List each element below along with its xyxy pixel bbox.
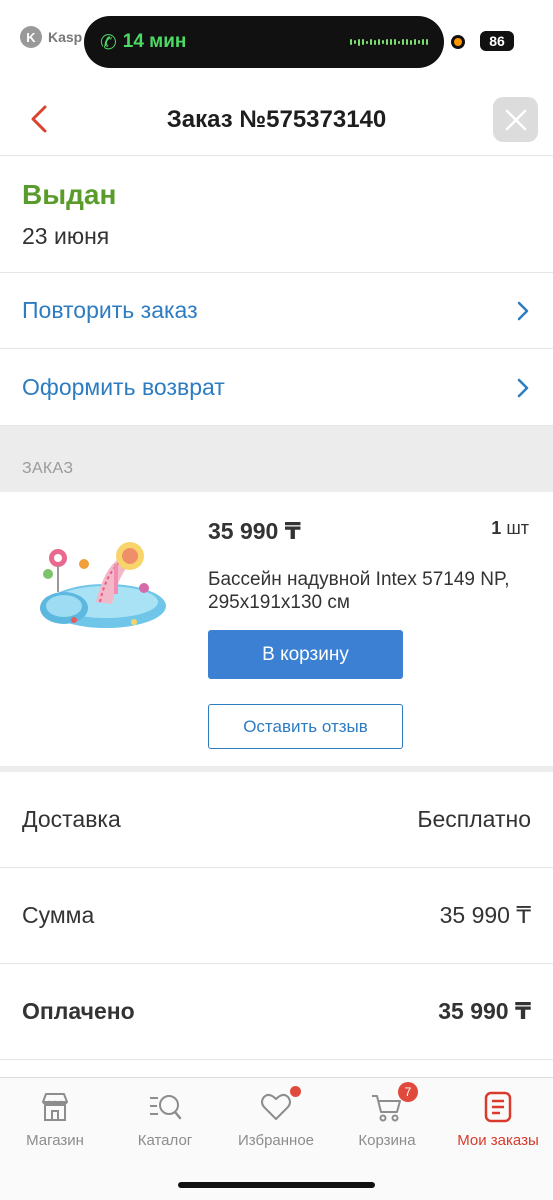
- tab-favorites[interactable]: Избранное: [221, 1086, 331, 1149]
- inflatable-pool-image: [40, 542, 166, 628]
- leave-review-button[interactable]: Оставить отзыв: [208, 704, 403, 749]
- close-icon: [505, 109, 526, 130]
- paid-row: Оплачено 35 990 ₸: [0, 964, 553, 1060]
- chevron-right-icon: [517, 301, 529, 320]
- page-title: Заказ №575373140: [166, 106, 387, 133]
- bottom-tab-bar: Магазин Каталог Избранное 7 Корзина Мои …: [0, 1077, 553, 1200]
- item-quantity: 1 шт: [491, 518, 529, 539]
- order-status-section: Выдан 23 июня: [0, 157, 553, 273]
- tab-my-orders[interactable]: Мои заказы: [443, 1090, 553, 1149]
- orders-icon: [481, 1090, 515, 1124]
- audio-wave-icon: [350, 38, 428, 46]
- catalog-search-icon: [148, 1090, 182, 1124]
- paid-label: Оплачено: [22, 998, 135, 1024]
- tab-store[interactable]: Магазин: [0, 1090, 110, 1149]
- sum-value: 35 990 ₸: [439, 902, 531, 928]
- favorites-badge-dot: [290, 1086, 301, 1097]
- sum-row: Сумма 35 990 ₸: [0, 868, 553, 964]
- product-name[interactable]: Бассейн надувной Intex 57149 NP, 295x191…: [208, 568, 518, 614]
- return-order-row[interactable]: Оформить возврат: [0, 350, 553, 426]
- item-quantity-number: 1: [491, 518, 502, 538]
- kaspi-app-icon: K: [20, 26, 42, 48]
- battery-indicator: 86: [480, 31, 514, 51]
- mic-indicator-icon: [451, 35, 465, 49]
- tab-my-orders-label: Мои заказы: [457, 1132, 539, 1149]
- repeat-order-label: Повторить заказ: [22, 297, 198, 323]
- order-status-date: 23 июня: [22, 223, 110, 249]
- repeat-order-row[interactable]: Повторить заказ: [0, 273, 553, 349]
- header: Заказ №575373140: [0, 84, 553, 156]
- delivery-row: Доставка Бесплатно: [0, 772, 553, 868]
- item-price: 35 990 ₸: [208, 518, 301, 544]
- return-order-label: Оформить возврат: [22, 374, 225, 400]
- status-bar: K Kasp ✆ 14 мин 86: [0, 0, 553, 76]
- tab-store-label: Магазин: [26, 1132, 84, 1149]
- delivery-value: Бесплатно: [417, 806, 531, 832]
- product-image[interactable]: [34, 528, 170, 636]
- tab-catalog-label: Каталог: [137, 1132, 193, 1149]
- order-status: Выдан: [22, 179, 117, 210]
- section-divider: ЗАКАЗ: [0, 426, 553, 492]
- home-indicator[interactable]: [178, 1182, 375, 1188]
- sum-label: Сумма: [22, 902, 95, 928]
- close-button[interactable]: [493, 97, 538, 142]
- chevron-right-icon: [517, 378, 529, 397]
- item-quantity-unit: шт: [506, 518, 529, 538]
- store-icon: [38, 1090, 72, 1124]
- add-to-cart-button[interactable]: В корзину: [208, 630, 403, 679]
- back-to-app-label: Kasp: [48, 29, 83, 45]
- tab-cart[interactable]: 7 Корзина: [332, 1082, 442, 1149]
- delivery-label: Доставка: [22, 806, 121, 832]
- order-item: 35 990 ₸ 1 шт Бассейн надувной Intex 571…: [0, 492, 553, 766]
- call-duration: 14 мин: [122, 31, 187, 52]
- heart-icon: [259, 1086, 301, 1124]
- paid-value: 35 990 ₸: [438, 998, 531, 1024]
- tab-catalog[interactable]: Каталог: [110, 1090, 220, 1149]
- tab-favorites-label: Избранное: [237, 1132, 315, 1149]
- back-to-app[interactable]: K Kasp: [20, 26, 82, 48]
- tab-cart-label: Корзина: [358, 1132, 416, 1149]
- cart-badge-count: 7: [398, 1082, 418, 1102]
- phone-icon: ✆: [100, 31, 117, 54]
- cart-icon: 7: [370, 1082, 418, 1124]
- dynamic-island-call[interactable]: ✆ 14 мин: [84, 16, 444, 68]
- order-section-label: ЗАКАЗ: [22, 460, 74, 477]
